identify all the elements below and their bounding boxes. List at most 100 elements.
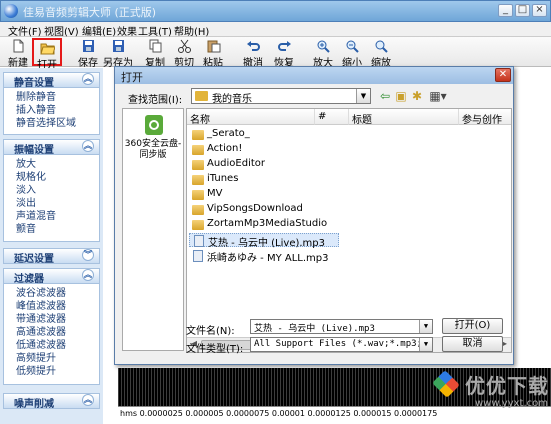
menu-file[interactable]: 文件(F) — [8, 23, 42, 38]
group-silence: 静音设置 ︽ 删除静音 插入静音 静音选择区域 — [3, 72, 100, 135]
sidebar-item-lowpass-filter[interactable]: 低通滤波器 — [4, 336, 99, 351]
list-item[interactable]: ZortamMp3MediaStudio — [189, 218, 327, 232]
sidebar-item-fade-in[interactable]: 淡入 — [4, 181, 99, 196]
collapse-icon[interactable]: ︽ — [82, 394, 94, 406]
view-menu-icon[interactable]: ▦▾ — [427, 89, 449, 103]
group-delay-header[interactable]: 延迟设置 ︾ — [4, 249, 99, 265]
list-item-selected[interactable]: 艾热 - 乌云中 (Live).mp3 — [189, 233, 339, 249]
save-as-button[interactable]: 另存为 — [103, 38, 133, 69]
open-file-button[interactable]: 打开(O) — [442, 318, 503, 334]
waveform-stripe — [205, 368, 206, 406]
file-name: 浜崎あゆみ - MY ALL.mp3 — [207, 253, 329, 264]
waveform-stripe — [142, 368, 143, 406]
redo-button[interactable]: 恢复 — [272, 38, 296, 69]
zoom-out-button[interactable]: 缩小 — [340, 38, 364, 69]
filename-value: 艾热 - 乌云中 (Live).mp3 — [254, 324, 375, 334]
minimize-button[interactable]: _ — [498, 4, 513, 17]
sidebar-item-treble-boost[interactable]: 高频提升 — [4, 349, 99, 364]
waveform-stripe — [304, 368, 305, 406]
sidebar-item-fade-out[interactable]: 淡出 — [4, 194, 99, 209]
places-bar: 360安全云盘-同步版 — [122, 108, 184, 351]
waveform-stripe — [235, 368, 236, 406]
column-title[interactable]: 标题 — [349, 109, 459, 126]
folder-icon — [192, 205, 204, 215]
filename-field[interactable]: 艾热 - 乌云中 (Live).mp3 ▼ — [250, 319, 433, 334]
menu-edit[interactable]: 编辑(E) — [82, 23, 116, 38]
look-in-combo[interactable]: 我的音乐 ▼ — [191, 88, 371, 105]
open-button[interactable]: 打开 — [32, 38, 62, 71]
new-folder-icon[interactable]: ✱ — [410, 89, 424, 103]
waveform-stripe — [370, 368, 371, 406]
list-item[interactable]: iTunes — [189, 173, 238, 187]
zoom-in-button[interactable]: 放大 — [311, 38, 335, 69]
list-item[interactable]: MV — [189, 188, 222, 202]
collapse-icon[interactable]: ︽ — [82, 140, 94, 152]
menu-tools[interactable]: 工具(T) — [138, 23, 172, 38]
chevron-down-icon[interactable]: ▼ — [419, 338, 432, 351]
group-noise-reduction: 噪声削减 ︽ — [3, 393, 100, 410]
group-filters-header[interactable]: 过滤器 ︽ — [4, 269, 99, 285]
list-item[interactable]: 浜崎あゆみ - MY ALL.mp3 — [189, 249, 329, 264]
sidebar-item-channel-mix[interactable]: 声道混音 — [4, 207, 99, 222]
maximize-button[interactable]: □ — [515, 4, 530, 17]
waveform-stripe — [337, 368, 338, 406]
menu-view[interactable]: 视图(V) — [44, 23, 79, 38]
place-360-cloud[interactable]: 360安全云盘-同步版 — [123, 109, 183, 169]
back-icon[interactable]: ⇦ — [379, 89, 391, 103]
menu-effects[interactable]: 效果 — [117, 23, 137, 38]
menu-help[interactable]: 帮助(H) — [174, 23, 209, 38]
save-button[interactable]: 保存 — [76, 38, 100, 69]
list-item[interactable]: Action! — [189, 143, 242, 157]
sidebar-item-bandpass-filter[interactable]: 带通滤波器 — [4, 310, 99, 325]
list-item[interactable]: VipSongsDownload — [189, 203, 303, 217]
expand-icon[interactable]: ︾ — [82, 249, 94, 261]
waveform-stripe — [238, 368, 239, 406]
folder-icon — [195, 91, 208, 101]
close-button[interactable]: × — [532, 4, 547, 17]
zoom-fit-button[interactable]: 缩放 — [369, 38, 393, 69]
list-item[interactable]: AudioEditor — [189, 158, 265, 172]
paste-button[interactable]: 粘贴 — [201, 38, 225, 69]
waveform-stripe — [253, 368, 254, 406]
chevron-down-icon[interactable]: ▼ — [356, 89, 370, 103]
up-folder-icon[interactable]: ▣ — [394, 89, 408, 103]
column-name[interactable]: 名称 — [187, 109, 315, 126]
sidebar-item-peak-filter[interactable]: 峰值滤波器 — [4, 297, 99, 312]
sidebar-item-normalize[interactable]: 规格化 — [4, 168, 99, 183]
copy-button[interactable]: 复制 — [143, 38, 167, 69]
new-label: 新建 — [8, 58, 28, 69]
sidebar-item-highpass-filter[interactable]: 高通滤波器 — [4, 323, 99, 338]
group-silence-header[interactable]: 静音设置 ︽ — [4, 73, 99, 89]
column-artist[interactable]: 参与创作 — [459, 109, 511, 126]
sidebar-item-silence-selection[interactable]: 静音选择区域 — [4, 114, 99, 129]
sidebar-item-delete-silence[interactable]: 删除静音 — [4, 88, 99, 103]
undo-button[interactable]: 撤消 — [241, 38, 265, 69]
waveform-stripe — [202, 368, 203, 406]
cloud-drive-icon — [145, 115, 163, 135]
cut-button[interactable]: 剪切 — [172, 38, 196, 69]
sidebar-item-bass-boost[interactable]: 低频提升 — [4, 362, 99, 377]
sidebar-item-notch-filter[interactable]: 波谷滤波器 — [4, 284, 99, 299]
waveform-stripe — [145, 368, 146, 406]
waveform-stripe — [391, 368, 392, 406]
sidebar-item-amplify[interactable]: 放大 — [4, 155, 99, 170]
cancel-button[interactable]: 取消 — [442, 336, 503, 352]
filetype-select[interactable]: All Support Files (*.wav;*.mp3;*.mp2;*. … — [250, 337, 433, 352]
group-amplitude-header[interactable]: 振幅设置 ︽ — [4, 140, 99, 156]
waveform-stripe — [229, 368, 230, 406]
new-button[interactable]: 新建 — [6, 38, 30, 69]
sidebar-item-insert-silence[interactable]: 插入静音 — [4, 101, 99, 116]
collapse-icon[interactable]: ︽ — [82, 269, 94, 281]
waveform-stripe — [163, 368, 164, 406]
waveform-stripe — [148, 368, 149, 406]
waveform-stripe — [211, 368, 212, 406]
group-noise-header[interactable]: 噪声削减 ︽ — [4, 394, 99, 410]
collapse-icon[interactable]: ︽ — [82, 73, 94, 85]
chevron-down-icon[interactable]: ▼ — [419, 320, 432, 333]
list-item[interactable]: _Serato_ — [189, 128, 250, 142]
dialog-close-button[interactable]: ✕ — [495, 68, 511, 82]
waveform-stripe — [400, 368, 401, 406]
waveform-stripe — [343, 368, 344, 406]
watermark: 优优下载 www.yyxt.com — [431, 368, 549, 420]
column-number[interactable]: # — [315, 109, 349, 125]
